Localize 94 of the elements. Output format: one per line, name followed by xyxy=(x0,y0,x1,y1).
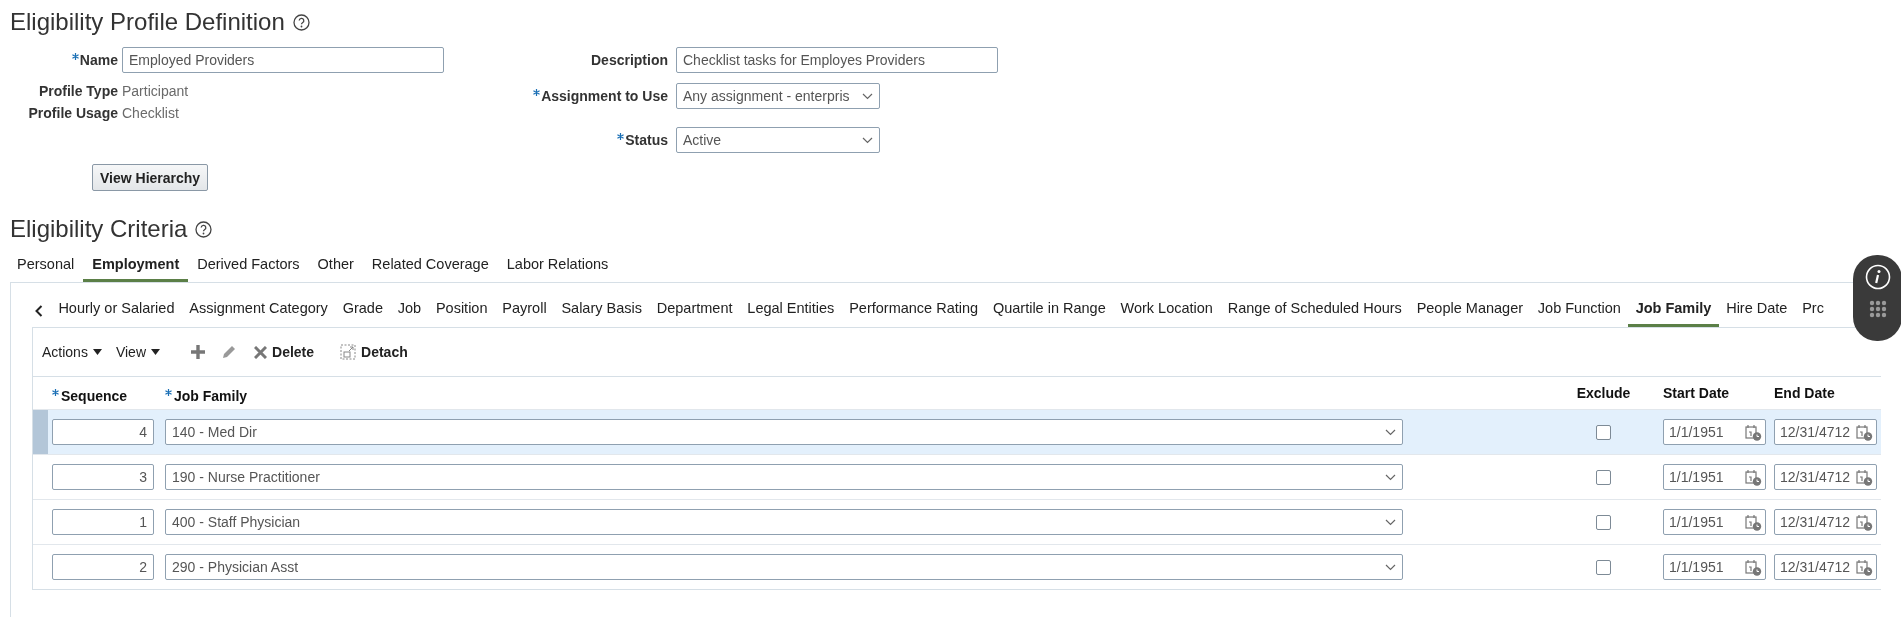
caret-icon xyxy=(151,349,160,355)
actions-menu[interactable]: Actions xyxy=(37,342,107,362)
help-icon[interactable] xyxy=(195,220,213,238)
sequence-field[interactable]: 3 xyxy=(52,464,154,490)
chevron-down-icon xyxy=(862,136,873,144)
sequence-field[interactable]: 4 xyxy=(52,419,154,445)
field-value: Checklist xyxy=(122,105,180,121)
job-family-dropdown[interactable]: 140 - Med Dir xyxy=(165,419,1403,445)
field-label: Description xyxy=(590,52,668,68)
field-label: Status xyxy=(450,132,668,148)
column-header: Exclude xyxy=(1576,385,1631,401)
tab[interactable]: Prc xyxy=(1794,294,1832,327)
tab[interactable]: Derived Factors xyxy=(188,250,309,282)
chevron-down-icon xyxy=(1385,473,1396,481)
chevron-left-icon[interactable] xyxy=(35,304,43,317)
field-label: Profile Type xyxy=(37,83,118,99)
date-field[interactable]: 12/31/4712 xyxy=(1774,554,1877,580)
calendar-icon[interactable] xyxy=(1856,558,1873,576)
add-icon[interactable] xyxy=(191,345,205,359)
tab[interactable]: Job Function xyxy=(1530,294,1629,327)
column-header: End Date xyxy=(1774,385,1835,401)
floating-help-widget[interactable] xyxy=(1853,255,1901,341)
tab[interactable]: Legal Entities xyxy=(739,294,842,327)
caret-icon xyxy=(92,349,102,355)
tab[interactable]: Quartile in Range xyxy=(985,294,1114,327)
tab[interactable]: Salary Basis xyxy=(554,294,650,327)
pencil-icon[interactable] xyxy=(221,344,237,360)
job-family-dropdown[interactable]: 190 - Nurse Practitioner xyxy=(165,464,1403,490)
chevron-down-icon xyxy=(1385,518,1396,526)
grid-icon[interactable] xyxy=(1868,300,1887,318)
tab[interactable]: Hire Date xyxy=(1718,294,1795,327)
column-header: Start Date xyxy=(1663,385,1730,401)
calendar-icon[interactable] xyxy=(1745,423,1762,441)
date-field[interactable]: 12/31/4712 xyxy=(1774,419,1877,445)
field-label: Assignment to Use xyxy=(450,88,668,104)
tab[interactable]: Employment xyxy=(83,250,189,282)
column-header: Job Family xyxy=(165,387,248,404)
chevron-down-icon xyxy=(1385,563,1396,571)
tab[interactable]: Labor Relations xyxy=(497,250,618,282)
tab[interactable]: Related Coverage xyxy=(362,250,498,282)
tab[interactable]: Personal xyxy=(8,250,84,282)
tab[interactable]: Assignment Category xyxy=(181,294,336,327)
tab[interactable]: Payroll xyxy=(494,294,554,327)
tab[interactable]: Hourly or Salaried xyxy=(51,294,182,327)
exclude-checkbox[interactable] xyxy=(1596,469,1611,485)
sequence-field[interactable]: 1 xyxy=(52,509,154,535)
calendar-icon[interactable] xyxy=(1856,513,1873,531)
column-header: Sequence xyxy=(52,387,128,404)
exclude-checkbox[interactable] xyxy=(1596,559,1611,575)
tab[interactable]: Job Family xyxy=(1628,294,1719,327)
dropdown[interactable]: Active xyxy=(676,127,880,153)
calendar-icon[interactable] xyxy=(1745,468,1762,486)
date-field[interactable]: 12/31/4712 xyxy=(1774,509,1877,535)
field-label: Profile Usage xyxy=(27,105,118,121)
tab[interactable]: Performance Rating xyxy=(841,294,986,327)
job-family-dropdown[interactable]: 400 - Staff Physician xyxy=(165,509,1403,535)
page-title: Eligibility Profile Definition xyxy=(10,7,285,37)
calendar-icon[interactable] xyxy=(1745,513,1762,531)
job-family-dropdown[interactable]: 290 - Physician Asst xyxy=(165,554,1403,580)
date-field[interactable]: 1/1/1951 xyxy=(1663,464,1766,490)
tab[interactable]: Other xyxy=(308,250,363,282)
calendar-icon[interactable] xyxy=(1745,558,1762,576)
text-field[interactable]: Employed Providers xyxy=(122,47,444,73)
tab[interactable]: Position xyxy=(428,294,495,327)
field-label: Name xyxy=(10,52,118,68)
tab[interactable]: Grade xyxy=(335,294,391,327)
info-icon[interactable] xyxy=(1864,264,1891,290)
tab[interactable]: Range of Scheduled Hours xyxy=(1220,294,1410,327)
close-icon xyxy=(254,345,267,359)
calendar-icon[interactable] xyxy=(1856,468,1873,486)
calendar-icon[interactable] xyxy=(1856,423,1873,441)
help-icon[interactable] xyxy=(292,13,310,31)
tab[interactable]: Job xyxy=(390,294,429,327)
exclude-checkbox[interactable] xyxy=(1596,424,1611,440)
tab[interactable]: Department xyxy=(649,294,740,327)
field-value: Participant xyxy=(122,83,190,99)
tab[interactable]: Work Location xyxy=(1113,294,1221,327)
tab[interactable]: People Manager xyxy=(1409,294,1531,327)
date-field[interactable]: 1/1/1951 xyxy=(1663,419,1766,445)
exclude-checkbox[interactable] xyxy=(1596,514,1611,530)
sequence-field[interactable]: 2 xyxy=(52,554,154,580)
chevron-down-icon xyxy=(1385,428,1396,436)
detach-button[interactable]: Detach xyxy=(335,342,413,362)
date-field[interactable]: 1/1/1951 xyxy=(1663,554,1766,580)
date-field[interactable]: 1/1/1951 xyxy=(1663,509,1766,535)
dropdown[interactable]: Any assignment - enterpris xyxy=(676,83,880,109)
view-menu[interactable]: View xyxy=(110,342,165,362)
chevron-down-icon xyxy=(862,92,873,100)
date-field[interactable]: 12/31/4712 xyxy=(1774,464,1877,490)
detach-icon xyxy=(340,344,357,360)
delete-button[interactable]: Delete xyxy=(249,342,320,362)
section-title: Eligibility Criteria xyxy=(10,214,188,244)
text-field[interactable]: Checklist tasks for Employes Providers xyxy=(676,47,998,73)
view-hierarchy-button[interactable]: View Hierarchy xyxy=(92,164,209,191)
